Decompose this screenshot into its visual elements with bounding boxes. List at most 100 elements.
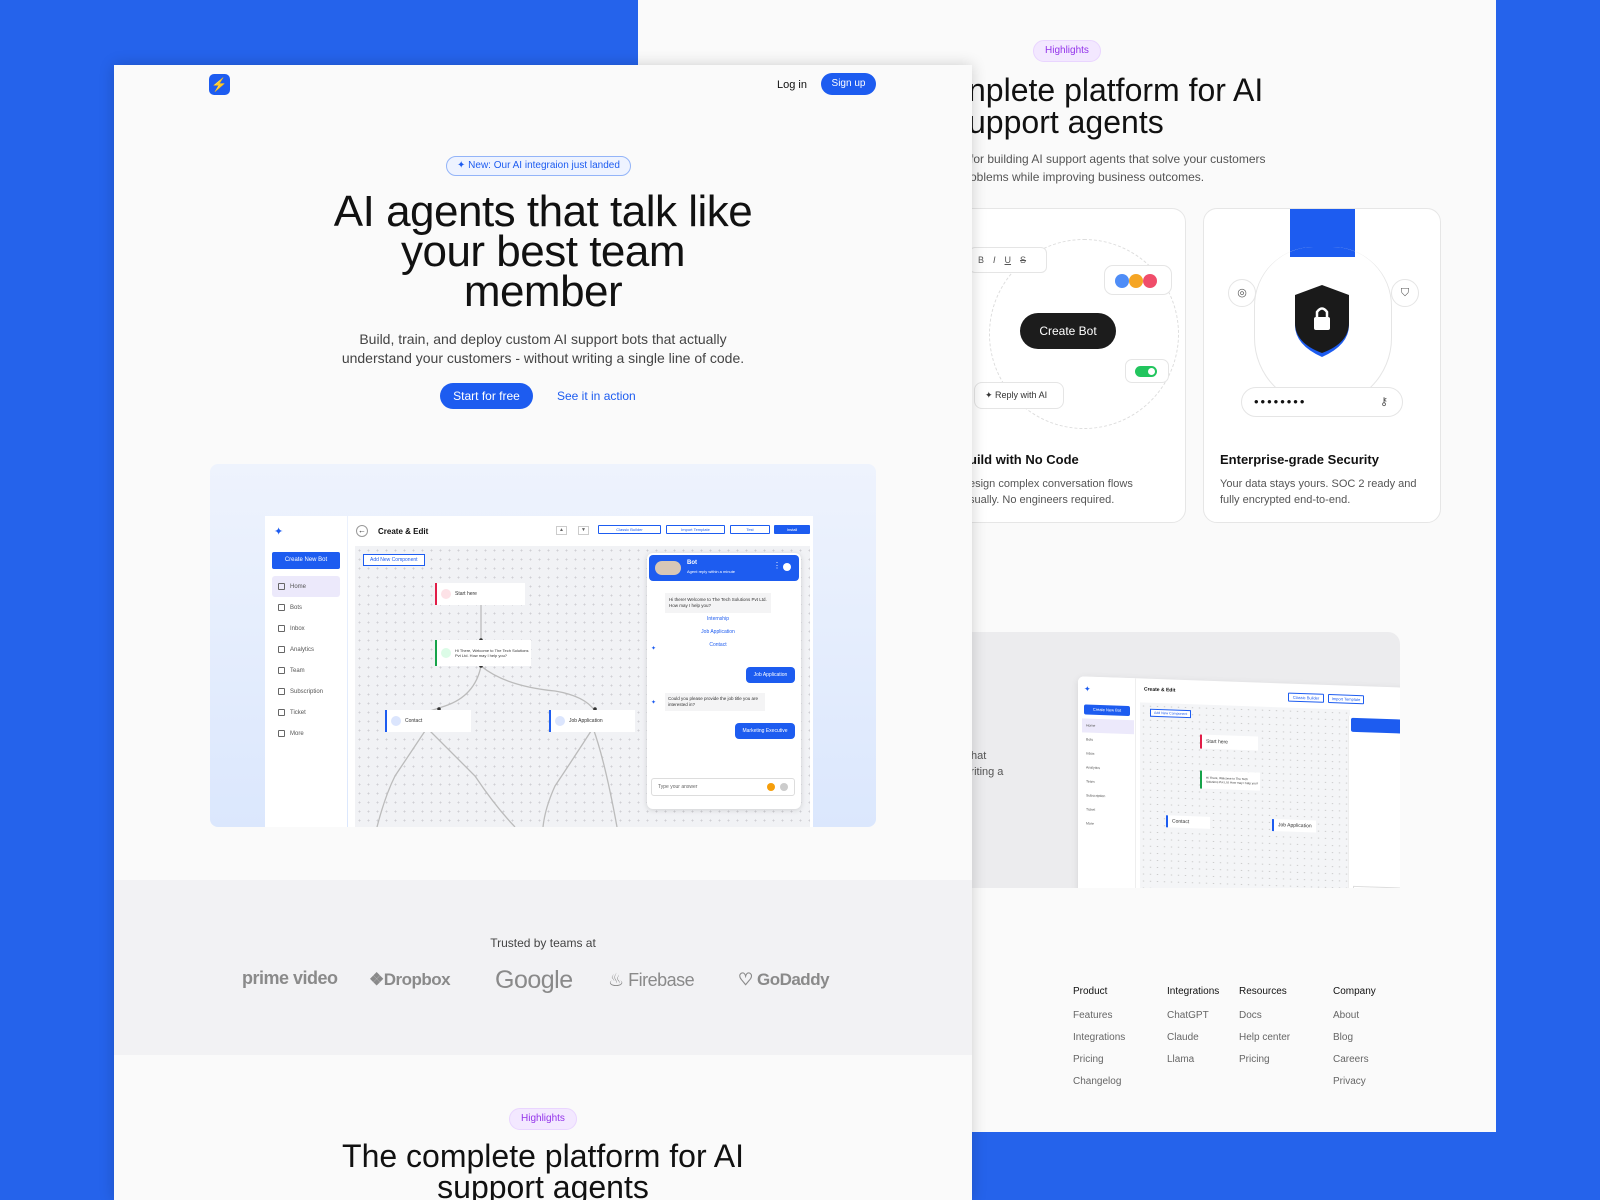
nav-icon	[278, 730, 285, 737]
front-page: ⚡ Log in Sign up ✦ New: Our AI integraio…	[114, 65, 972, 1200]
create-new-bot-button[interactable]: Create New Bot	[272, 552, 340, 569]
footer-link[interactable]: Pricing	[1073, 1054, 1167, 1065]
nav-icon	[278, 667, 285, 674]
footer-column: Company About Blog Careers Privacy	[1333, 986, 1413, 1098]
test-button[interactable]: Test	[730, 525, 770, 534]
mini-create-button[interactable]: Create New Bot	[1084, 704, 1130, 717]
card-desc: esign complex conversation flows sually.…	[969, 476, 1133, 508]
mini-chat-input[interactable]: Type your answer	[1353, 885, 1400, 888]
bold-icon[interactable]: B	[978, 255, 984, 265]
mini-sidebar-item[interactable]: More	[1082, 816, 1134, 832]
footer-link[interactable]: Blog	[1333, 1032, 1413, 1043]
hero-title-line: member	[463, 267, 623, 316]
google-logo: Google	[495, 966, 573, 994]
sidebar-item[interactable]: Analytics	[272, 639, 340, 660]
node-job-application[interactable]: Job Application	[549, 710, 635, 732]
footer-link[interactable]: Changelog	[1073, 1076, 1167, 1087]
sidebar-item[interactable]: Ticket	[272, 702, 340, 723]
logo-bolt-icon[interactable]: ⚡	[209, 74, 230, 95]
node-label: Hi There, Welcome to The Tech Solutions …	[1206, 775, 1259, 786]
mini-node-welcome[interactable]: Hi There, Welcome to The Tech Solutions …	[1200, 770, 1260, 791]
sidebar-item[interactable]: Inbox	[272, 618, 340, 639]
footer-link[interactable]: Careers	[1333, 1054, 1413, 1065]
footer-links: Product Features Integrations Pricing Change…	[1073, 986, 1413, 1098]
start-free-button[interactable]: Start for free	[440, 383, 533, 409]
firebase-logo: ♨ Firebase	[608, 970, 695, 991]
classic-builder-button[interactable]: Classic Builder	[598, 525, 661, 534]
node-welcome[interactable]: Hi There, Welcome to The Tech Solutions …	[435, 640, 531, 666]
send-icon[interactable]	[780, 783, 788, 791]
mini-node-start[interactable]: Start here	[1200, 734, 1258, 751]
nav-icon	[278, 646, 285, 653]
mini-title: Create & Edit	[1144, 686, 1176, 694]
footer-link[interactable]: Claude	[1167, 1032, 1239, 1043]
mini-add-component[interactable]: Add New Component	[1150, 708, 1192, 719]
mini-canvas: Add New Component Start here Hi There, W…	[1140, 702, 1350, 888]
footer-link[interactable]: Docs	[1239, 1010, 1333, 1021]
app-preview: ✦ Create New Bot Home Bots Inbox Analytics T…	[210, 464, 876, 827]
import-template-button[interactable]: Import Template	[666, 525, 725, 534]
chat-option[interactable]: Internship	[665, 613, 771, 626]
footer-link[interactable]: ChatGPT	[1167, 1010, 1239, 1021]
sidebar-item[interactable]: More	[272, 723, 340, 744]
avatar	[1143, 274, 1157, 288]
nav-icon	[278, 709, 285, 716]
mini-node-job[interactable]: Job Application	[1272, 819, 1316, 833]
security-card: ◎ ⛉ •••••••• ⚷ Enterprise-grade Security …	[1203, 208, 1441, 523]
chat-input-placeholder: Type your answer	[658, 784, 698, 790]
shield-small-icon: ⛉	[1391, 279, 1419, 307]
nav-icon	[278, 583, 285, 590]
footer-link[interactable]: Privacy	[1333, 1076, 1413, 1087]
sidebar-item[interactable]: Home	[272, 576, 340, 597]
node-label: Job Application	[1278, 822, 1312, 830]
mini-classic-button[interactable]: Classic Builder	[1288, 692, 1324, 703]
announcement-pill[interactable]: ✦ New: Our AI integraion just landed	[446, 156, 631, 176]
reply-ai-chip[interactable]: ✦ Reply with AI	[974, 382, 1064, 409]
filter-icon[interactable]: ▼	[578, 526, 589, 535]
signup-button[interactable]: Sign up	[821, 73, 876, 95]
create-bot-button[interactable]: Create Bot	[1020, 313, 1116, 349]
toggle-switch[interactable]	[1135, 366, 1157, 377]
mini-node-contact[interactable]: Contact	[1166, 815, 1210, 829]
avatar	[1115, 274, 1129, 288]
node-contact[interactable]: Contact	[385, 710, 471, 732]
undo-icon[interactable]: ▲	[556, 526, 567, 535]
footer-link[interactable]: Help center	[1239, 1032, 1333, 1043]
mini-chat-header	[1351, 717, 1400, 734]
footer-link[interactable]: Llama	[1167, 1054, 1239, 1065]
italic-icon[interactable]: I	[993, 255, 996, 265]
chat-user-message: Marketing Executive	[735, 723, 795, 739]
chat-input[interactable]: Type your answer	[651, 778, 795, 796]
mini-app-preview: ✦ Create New Bot Home Bots Inbox Analytics T…	[1078, 676, 1400, 888]
sidebar-item-label: Ticket	[290, 709, 306, 716]
chat-option[interactable]: Job Application	[665, 626, 771, 639]
emoji-icon[interactable]	[767, 783, 775, 791]
subtitle-line: for building AI support agents that solv…	[970, 152, 1266, 166]
footer-link[interactable]: Pricing	[1239, 1054, 1333, 1065]
node-start-here[interactable]: Start here	[435, 583, 525, 605]
underline-icon[interactable]: U	[1005, 255, 1012, 265]
footer-link[interactable]: Integrations	[1073, 1032, 1167, 1043]
sidebar-item[interactable]: Bots	[272, 597, 340, 618]
password-field[interactable]: •••••••• ⚷	[1241, 387, 1403, 417]
install-button[interactable]: Install	[774, 525, 810, 534]
hero-title-line: your best team	[400, 227, 686, 276]
chat-options: Internship Job Application Contact	[665, 613, 771, 652]
sidebar-item[interactable]: Team	[272, 660, 340, 681]
user-icon	[391, 716, 401, 726]
back-arrow-icon[interactable]: ←	[356, 525, 368, 537]
desc-line: fully encrypted end-to-end.	[1220, 494, 1351, 506]
sidebar-item[interactable]: Subscription	[272, 681, 340, 702]
footer-link[interactable]: Features	[1073, 1010, 1167, 1021]
footer-column: Integrations ChatGPT Claude Llama	[1167, 986, 1239, 1098]
chat-menu-icon[interactable]: ⋮	[773, 561, 781, 570]
login-link[interactable]: Log in	[777, 75, 807, 95]
chat-close-icon[interactable]	[783, 563, 791, 571]
strike-icon[interactable]: S	[1020, 255, 1026, 265]
feature-preview-section: rst t bots that hout writing a ✦ Create …	[938, 632, 1400, 888]
see-in-action-link[interactable]: See it in action	[557, 383, 636, 409]
footer-link[interactable]: About	[1333, 1010, 1413, 1021]
chat-option[interactable]: Contact	[665, 639, 771, 652]
mini-import-button[interactable]: Import Template	[1328, 693, 1364, 705]
sparkle-icon: ✦	[985, 390, 996, 400]
